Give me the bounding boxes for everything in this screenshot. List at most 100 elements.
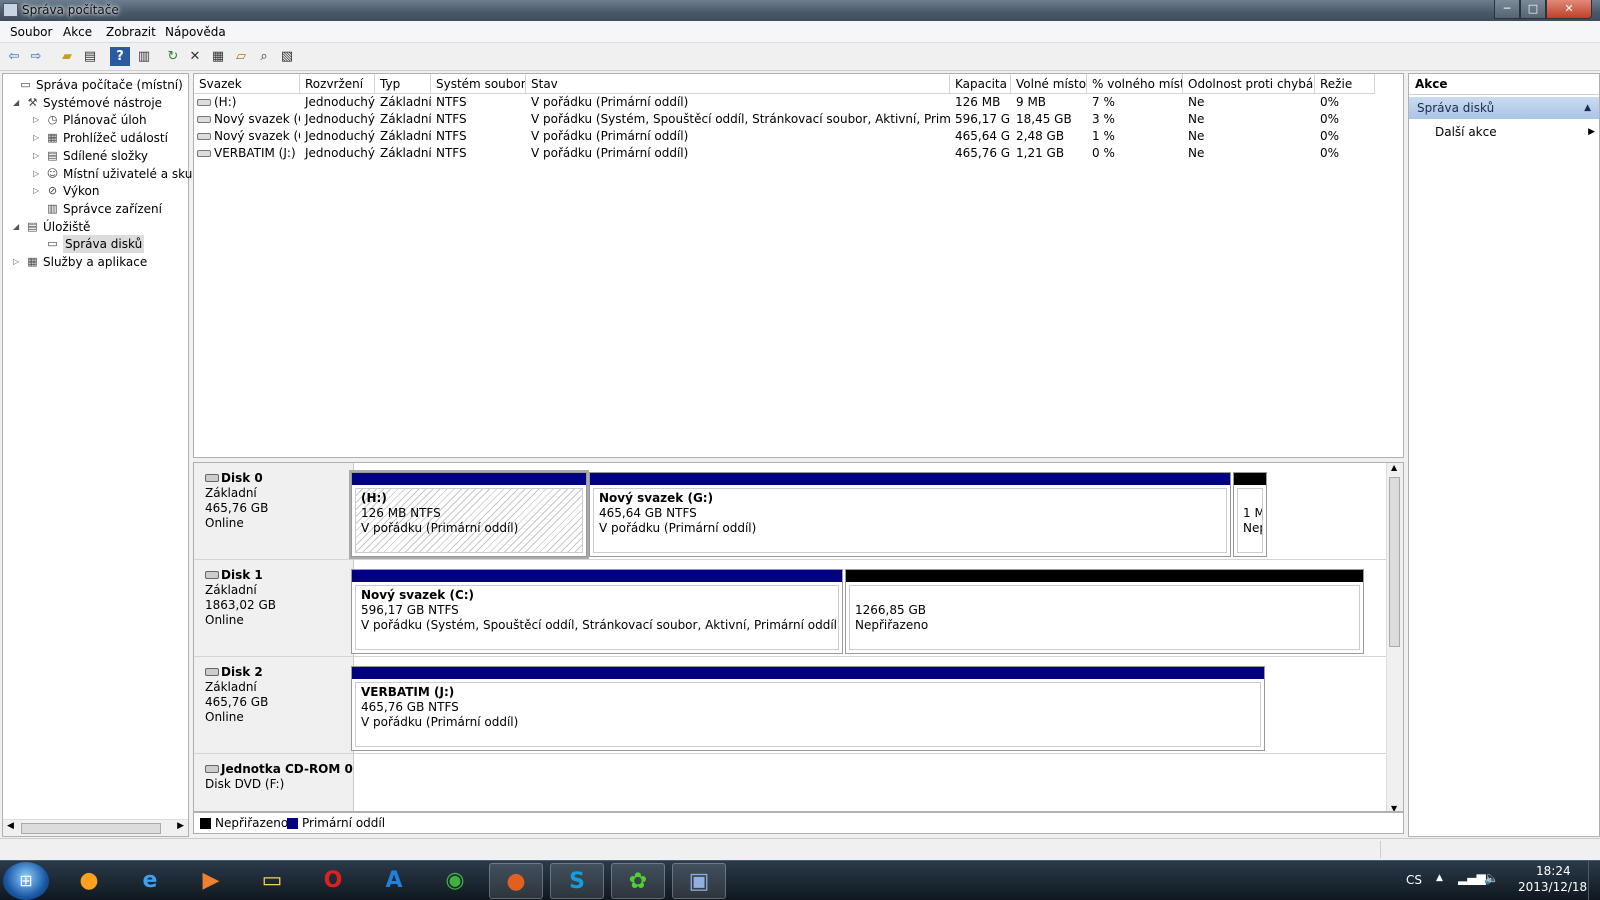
start-button[interactable]: ⊞ [3, 862, 49, 900]
partition[interactable]: (H:) 126 MB NTFS V pořádku (Primární oddíl… [349, 470, 589, 559]
tree-expand-arrow-icon[interactable]: ◢ [13, 218, 23, 236]
tree-item[interactable]: ▥ Správce zařízení [3, 200, 188, 218]
clock-date[interactable]: 2013/12/18 [1518, 880, 1587, 894]
computer-management-icon[interactable]: ▣ [672, 863, 726, 899]
icq-icon[interactable]: ✿ [611, 863, 665, 899]
tree-item[interactable]: ▭ Správa disků [3, 235, 188, 254]
partition[interactable]: 1 MNep [1233, 472, 1267, 557]
disk-info[interactable]: Disk 2 Základní 465,76 GB Online [194, 657, 354, 753]
table-row[interactable]: Nový svazek (G:)JednoduchýZákladníNTFSV … [194, 128, 1403, 145]
partition[interactable]: Nový svazek (G:) 465,64 GB NTFS V pořádku … [589, 472, 1231, 557]
close-button[interactable]: ✕ [1546, 0, 1592, 19]
column-header[interactable]: Volné místo [1011, 74, 1087, 94]
disk-vertical-scrollbar[interactable]: ▲ ▼ [1386, 463, 1403, 811]
column-header[interactable]: Svazek [194, 74, 300, 94]
refresh-icon[interactable]: ↻ [163, 47, 183, 66]
clock-time[interactable]: 18:24 [1536, 864, 1571, 878]
action-more-actions[interactable]: Další akce ▶ [1409, 122, 1599, 142]
tree-expand-arrow-icon[interactable]: ▷ [33, 111, 43, 129]
tree-expand-arrow-icon[interactable]: ▷ [33, 129, 43, 147]
show-hide-tree-icon[interactable]: ▤ [80, 47, 100, 66]
table-row[interactable]: (H:) Jednoduchý Základní NTFS V pořádku (Pri… [194, 94, 1403, 111]
tree-horizontal-scrollbar[interactable]: ◀ ▶ [3, 819, 188, 836]
column-header[interactable]: Režie [1315, 74, 1375, 94]
tree-item[interactable]: ▷ ▦ Prohlížeč událostí [3, 129, 188, 147]
table-cell: NTFS [436, 112, 467, 126]
chrome-icon[interactable]: ◉ [428, 863, 482, 899]
tree-item[interactable]: ▷ ▤ Sdílené složky [3, 147, 188, 165]
menu-file[interactable]: Soubor [10, 25, 52, 39]
menu-action[interactable]: Akce [63, 25, 92, 39]
action-more-actions-label: Další akce [1435, 125, 1497, 139]
opera-icon[interactable]: O [306, 863, 360, 899]
tree-expand-arrow-icon[interactable]: ◢ [13, 94, 23, 112]
menu-view[interactable]: Zobrazit [106, 25, 156, 39]
scroll-down-arrow-icon[interactable]: ▼ [1391, 804, 1397, 811]
column-header[interactable]: Rozvržení [300, 74, 375, 94]
language-indicator[interactable]: CS [1406, 873, 1422, 887]
actions-group-disk-management[interactable]: Správa disků ▲ [1409, 97, 1599, 119]
tree-item[interactable]: ◢ ⚒ Systémové nástroje [3, 94, 188, 112]
delete-icon[interactable]: ✕ [185, 47, 205, 66]
scrollbar-thumb[interactable] [1389, 477, 1400, 647]
collapse-arrow-icon[interactable]: ▲ [1584, 97, 1591, 119]
file-explorer-icon[interactable]: ▭ [245, 863, 299, 899]
partition[interactable]: 1266,85 GB Nepřiřazeno [845, 569, 1364, 654]
scroll-left-arrow-icon[interactable]: ◀ [7, 821, 14, 831]
legend-unallocated-label: Nepřiřazeno [215, 816, 289, 830]
disk-info[interactable]: Disk 1 Základní 1863,02 GB Online [194, 560, 354, 656]
forward-arrow-icon[interactable]: ⇨ [26, 47, 46, 66]
column-header[interactable]: % volného místa [1087, 74, 1183, 94]
open-icon[interactable]: ▱ [231, 47, 251, 66]
tree-item[interactable]: ◢ ▤ Úložiště [3, 218, 188, 236]
tree-item[interactable]: ▷ ⊘ Výkon [3, 182, 188, 200]
network-icon[interactable]: ▂▄▆ [1458, 871, 1486, 885]
scroll-right-arrow-icon[interactable]: ▶ [177, 821, 184, 831]
tree-expand-arrow-icon[interactable]: ▷ [33, 147, 43, 165]
app-store-icon[interactable]: A [367, 863, 421, 899]
skype-icon[interactable]: S [550, 863, 604, 899]
table-row[interactable]: VERBATIM (J:) Jednoduchý Základní NTFS V poř… [194, 145, 1403, 162]
tree-item[interactable]: ▷ ☺ Místní uživatelé a skupiny [3, 165, 218, 183]
disk-size: 465,76 GB [205, 695, 269, 709]
tree-expand-arrow-icon[interactable]: ▷ [13, 253, 23, 271]
menu-help[interactable]: Nápověda [165, 25, 226, 39]
properties-icon[interactable]: ▦ [208, 47, 228, 66]
partition[interactable]: VERBATIM (J:) 465,76 GB NTFS V pořádku (Pr… [351, 666, 1265, 751]
firefox-icon[interactable]: ● [489, 863, 543, 899]
show-hide-action-pane-icon[interactable]: ▥ [134, 47, 154, 66]
back-arrow-icon[interactable]: ⇦ [4, 47, 24, 66]
firefox-aurora-icon[interactable]: ● [62, 863, 116, 899]
scroll-up-arrow-icon[interactable]: ▲ [1391, 463, 1397, 472]
tree-item[interactable]: ▭ Správa počítače (místní) [3, 76, 188, 94]
help-topic-icon[interactable]: ▧ [277, 47, 297, 66]
internet-explorer-icon[interactable]: e [123, 863, 177, 899]
help-icon[interactable]: ? [110, 47, 130, 66]
tree-item[interactable]: ▷ ◷ Plánovač úloh [3, 111, 188, 129]
tree-expand-arrow-icon[interactable]: ▷ [33, 182, 43, 200]
minimize-button[interactable]: ─ [1494, 0, 1520, 19]
column-header[interactable]: Typ [375, 74, 431, 94]
search-icon[interactable]: ⌕ [254, 47, 274, 66]
tree-expand-arrow-icon[interactable]: ▷ [33, 165, 43, 183]
table-row[interactable]: Nový svazek (C:)JednoduchýZákladníNTFSV … [194, 111, 1403, 128]
clock-icon: ◷ [47, 113, 58, 127]
volume-icon[interactable]: 🔈 [1484, 871, 1499, 885]
show-desktop-button[interactable] [1588, 861, 1600, 900]
disk-info[interactable]: Disk 0 Základní 465,76 GB Online [194, 463, 354, 559]
tree-item[interactable]: ▷ ▦ Služby a aplikace [3, 253, 188, 271]
column-header[interactable]: Kapacita [950, 74, 1011, 94]
media-player-icon[interactable]: ▶ [184, 863, 238, 899]
column-header[interactable]: Stav [526, 74, 950, 94]
column-header[interactable]: Odolnost proti chybám [1183, 74, 1315, 94]
maximize-button[interactable]: □ [1520, 0, 1546, 19]
disk-status: Online [205, 516, 244, 530]
partition[interactable]: Nový svazek (C:) 596,17 GB NTFS V pořádku … [351, 569, 843, 654]
column-header[interactable]: Systém souborů [431, 74, 526, 94]
show-hidden-icons-icon[interactable]: ▲ [1436, 873, 1443, 883]
disk-info[interactable]: Jednotka CD-ROM 0 Disk DVD (F:) [194, 754, 354, 811]
drive-icon [197, 99, 211, 106]
up-folder-icon[interactable]: ▰ [57, 47, 77, 66]
table-cell: 0% [1320, 146, 1340, 160]
scrollbar-thumb[interactable] [21, 823, 161, 834]
